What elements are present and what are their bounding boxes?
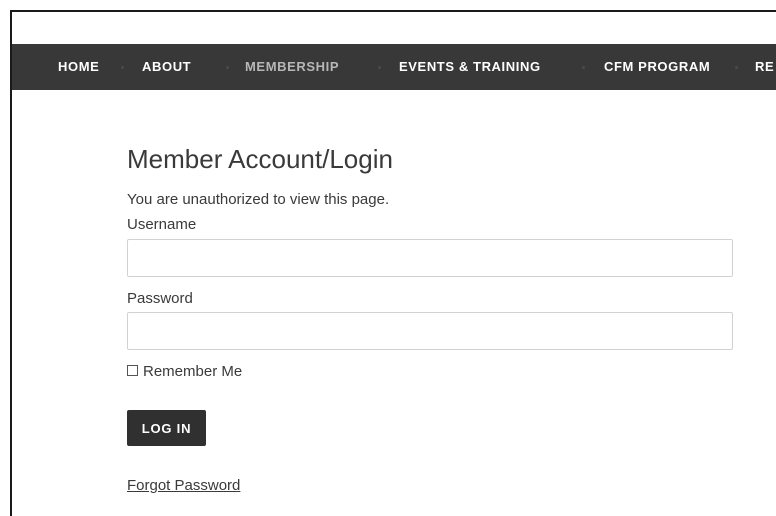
page-title: Member Account/Login <box>127 144 393 174</box>
page-frame: HOME ABOUT MEMBERSHIP EVENTS & TRAINING … <box>10 10 776 516</box>
remember-me-toggle[interactable]: Remember Me <box>127 363 242 381</box>
unauthorized-message: You are unauthorized to view this page. <box>127 191 390 208</box>
login-button[interactable]: LOG IN <box>127 410 206 446</box>
nav-item-membership[interactable]: MEMBERSHIP <box>245 44 339 90</box>
password-label: Password <box>127 290 193 307</box>
nav-item-events-training[interactable]: EVENTS & TRAINING <box>399 44 541 90</box>
nav-item-home[interactable]: HOME <box>58 44 99 90</box>
nav-item-cfm-program[interactable]: CFM PROGRAM <box>604 44 710 90</box>
nav-separator <box>226 66 229 69</box>
nav-separator <box>121 66 124 69</box>
nav-separator <box>735 66 738 69</box>
forgot-password-link[interactable]: Forgot Password <box>127 477 240 495</box>
username-input[interactable] <box>127 239 733 277</box>
nav-item-about[interactable]: ABOUT <box>142 44 191 90</box>
nav-item-truncated[interactable]: RE <box>755 44 774 90</box>
nav-separator <box>378 66 381 69</box>
main-navigation: HOME ABOUT MEMBERSHIP EVENTS & TRAINING … <box>12 44 776 90</box>
remember-me-label: Remember Me <box>143 363 243 380</box>
password-input[interactable] <box>127 312 733 350</box>
nav-separator <box>582 66 585 69</box>
remember-me-checkbox[interactable] <box>127 365 138 376</box>
username-label: Username <box>127 216 197 233</box>
